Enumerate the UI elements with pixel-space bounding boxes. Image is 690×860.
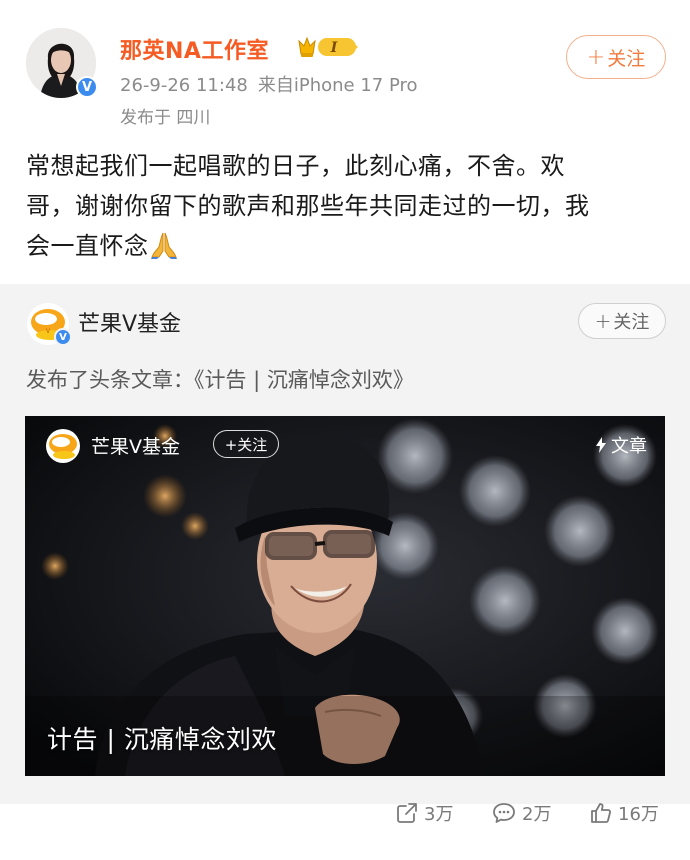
plus-icon: + [586,44,606,70]
praying-hands-icon [150,232,177,259]
repost-count: 3万 [424,804,454,825]
repost-follow-label: 关注 [613,312,650,333]
like-button[interactable]: 16万 [590,800,659,826]
like-count: 16万 [618,804,659,825]
repost-author-name[interactable]: 芒果V基金 [78,306,181,338]
repost-description: 发布了头条文章：《计告 | 沉痛悼念刘欢》 [26,368,414,392]
post-text: 常想起我们一起唱歌的日子，此刻心痛，不舍。欢 哥，谢谢你留下的歌声和那些年共同走… [26,146,666,266]
lightning-icon [596,437,606,453]
post-text-line: 会一直怀念 [26,232,149,260]
post-meta: 26-9-26 11:48 来自iPhone 17 Pro [120,71,428,97]
comment-button[interactable]: 2万 [492,800,551,826]
article-title[interactable]: 计告 | 沉痛悼念刘欢 [47,720,277,756]
post-source: 来自iPhone 17 Pro [257,75,418,96]
thumbs-up-icon [591,803,611,823]
plus-icon: + [594,309,612,333]
comment-count: 2万 [522,804,552,825]
share-icon [397,803,417,823]
article-follow-button[interactable]: +关注 [213,430,279,458]
post-text-line: 常想起我们一起唱歌的日子，此刻心痛，不舍。欢 [26,152,565,180]
crown-vip-icon[interactable]: I [296,34,362,60]
post-header: V 那英NA工作室 I 26-9-26 11:48 来自iPhone 17 Pro… [0,0,690,140]
post-text-line-last: 会一直怀念 [26,226,666,266]
comment-icon [493,803,515,823]
article-preview[interactable]: 芒果V基金 +关注 文章 计告 | 沉痛悼念刘欢 [25,416,665,776]
post-text-line: 哥，谢谢你留下的歌声和那些年共同走过的一切，我 [26,192,590,220]
vip-level-text: I [330,40,338,56]
article-type-text: 文章 [611,436,647,457]
verified-icon: V [76,76,98,98]
article-author-name[interactable]: 芒果V基金 [91,432,180,459]
verified-icon: V [54,328,72,346]
author-name[interactable]: 那英NA工作室 [120,33,269,65]
article-type-label: 文章 [595,432,647,458]
follow-label: 关注 [607,47,646,70]
repost-card[interactable]: V V 芒果V基金 + 关注 发布了头条文章：《计告 | 沉痛悼念刘欢》 芒果V… [0,284,690,804]
post-location: 发布于 四川 [120,108,211,128]
follow-button[interactable]: + 关注 [566,35,666,79]
post-action-bar: 3万 2万 16万 [0,800,690,830]
repost-follow-button[interactable]: + 关注 [578,303,666,339]
repost-button[interactable]: 3万 [396,800,453,826]
mango-logo-icon [46,429,80,463]
post-timestamp: 26-9-26 11:48 [120,75,248,96]
